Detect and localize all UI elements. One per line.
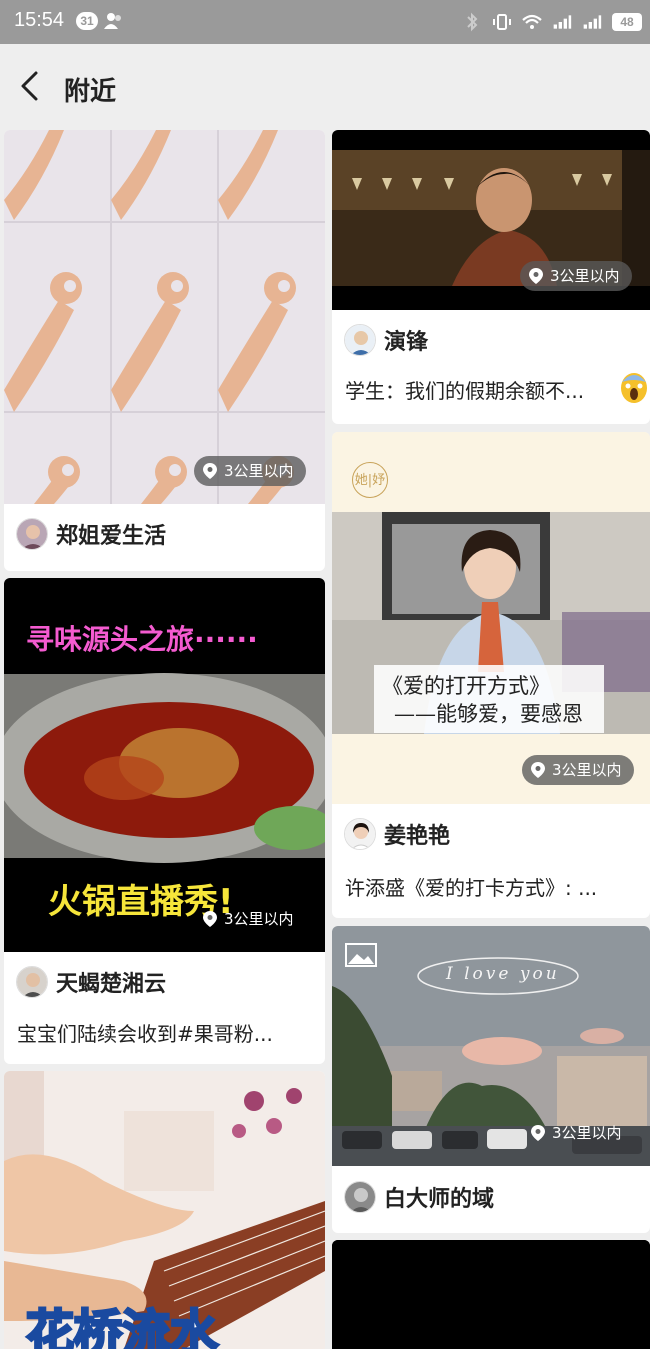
location-pin-icon xyxy=(531,762,545,778)
screaming-emoji-icon xyxy=(621,373,647,403)
author-name[interactable]: 天蝎楚湘云 xyxy=(56,966,166,998)
post-description[interactable]: 许添盛《爱的打卡方式》: ... xyxy=(345,872,641,901)
feed-card[interactable]: 3公里以内 郑姐爱生活 xyxy=(4,130,325,571)
feed-card[interactable]: I love you 3公里以内 白大师的域 xyxy=(332,926,650,1233)
feed-card[interactable] xyxy=(332,1240,650,1349)
distance-label: 3公里以内 xyxy=(224,910,294,928)
author-name[interactable]: 演锋 xyxy=(384,324,428,356)
status-time: 15:54 xyxy=(14,9,65,31)
avatar-image xyxy=(345,1182,375,1212)
avatar-image xyxy=(17,967,47,997)
author-name[interactable]: 白大师的域 xyxy=(384,1181,494,1213)
video-thumbnail[interactable]: 花桥流水 xyxy=(4,1071,325,1349)
feed-card[interactable]: 3公里以内 演锋 学生：我们的假期余额不... xyxy=(332,130,650,424)
location-pin-icon xyxy=(203,911,217,927)
distance-label: 3公里以内 xyxy=(552,761,622,779)
location-pin-icon xyxy=(529,268,543,284)
author-row[interactable]: 姜艳艳 xyxy=(344,818,450,850)
video-thumbnail[interactable]: I love you 3公里以内 xyxy=(332,926,650,1166)
author-row[interactable]: 演锋 xyxy=(344,324,428,356)
author-row[interactable]: 天蝎楚湘云 xyxy=(16,966,166,998)
feed-card[interactable]: 花桥流水 xyxy=(4,1071,325,1349)
back-arrow-icon[interactable] xyxy=(16,70,44,102)
page-title: 附近 xyxy=(64,77,117,107)
overlay-caption: I love you xyxy=(446,964,560,984)
distance-label: 3公里以内 xyxy=(224,462,294,480)
app-bar: 附近 xyxy=(0,44,650,128)
distance-badge: 3公里以内 xyxy=(522,755,634,785)
video-thumbnail[interactable]: 她|妤 《爱的打开方式》 ——能够爱，要感恩 3公里以内 xyxy=(332,432,650,804)
status-icons: 48 xyxy=(462,10,642,34)
overlay-caption-line2: ——能够爱，要感恩 xyxy=(394,702,583,726)
author-row[interactable]: 郑姐爱生活 xyxy=(16,518,166,550)
author-row[interactable]: 白大师的域 xyxy=(344,1181,494,1213)
distance-label: 3公里以内 xyxy=(550,267,620,285)
signal-icon xyxy=(553,15,572,29)
signal-icon xyxy=(583,15,602,29)
avatar[interactable] xyxy=(344,324,376,356)
feed-card[interactable]: 她|妤 《爱的打开方式》 ——能够爱，要感恩 3公里以内 姜艳艳 许添盛《爱的打… xyxy=(332,432,650,918)
location-pin-icon xyxy=(531,1125,545,1141)
avatar[interactable] xyxy=(344,818,376,850)
status-bar: 15:54 31 48 xyxy=(0,0,650,44)
author-name[interactable]: 姜艳艳 xyxy=(384,818,450,850)
location-pin-icon xyxy=(203,463,217,479)
video-thumbnail[interactable]: 3公里以内 xyxy=(332,130,650,310)
hand-gesture-image xyxy=(4,130,325,504)
video-thumbnail[interactable] xyxy=(332,1240,650,1349)
distance-badge: 3公里以内 xyxy=(194,456,306,486)
overlay-caption: 花桥流水 xyxy=(24,1304,219,1349)
brand-logo: 她|妤 xyxy=(352,462,388,498)
feed-card[interactable]: 寻味源头之旅······ 火锅直播秀! 3公里以内 天蝎楚湘云 宝宝们陆续会收到… xyxy=(4,578,325,1064)
video-thumbnail[interactable]: 3公里以内 xyxy=(4,130,325,504)
avatar-image xyxy=(345,325,375,355)
vibrate-icon xyxy=(493,14,511,30)
post-description[interactable]: 宝宝们陆续会收到#果哥粉... xyxy=(17,1018,317,1047)
author-name[interactable]: 郑姐爱生活 xyxy=(56,518,166,550)
avatar-image xyxy=(17,519,47,549)
distance-badge: 3公里以内 xyxy=(522,1118,634,1148)
overlay-caption-top: 寻味源头之旅······ xyxy=(26,623,258,656)
bluetooth-icon xyxy=(467,12,478,32)
battery-level: 48 xyxy=(612,13,642,31)
video-thumbnail[interactable]: 寻味源头之旅······ 火锅直播秀! 3公里以内 xyxy=(4,578,325,952)
distance-badge: 3公里以内 xyxy=(520,261,632,291)
notification-count-badge: 31 xyxy=(76,12,98,30)
post-description[interactable]: 学生：我们的假期余额不... xyxy=(345,375,633,404)
avatar[interactable] xyxy=(16,966,48,998)
wifi-icon xyxy=(522,14,542,29)
avatar[interactable] xyxy=(16,518,48,550)
distance-label: 3公里以内 xyxy=(552,1124,622,1142)
avatar-image xyxy=(345,819,375,849)
distance-badge: 3公里以内 xyxy=(194,904,306,934)
overlay-caption-line1: 《爱的打开方式》 xyxy=(382,674,550,698)
avatar[interactable] xyxy=(344,1181,376,1213)
contacts-icon xyxy=(104,13,121,29)
